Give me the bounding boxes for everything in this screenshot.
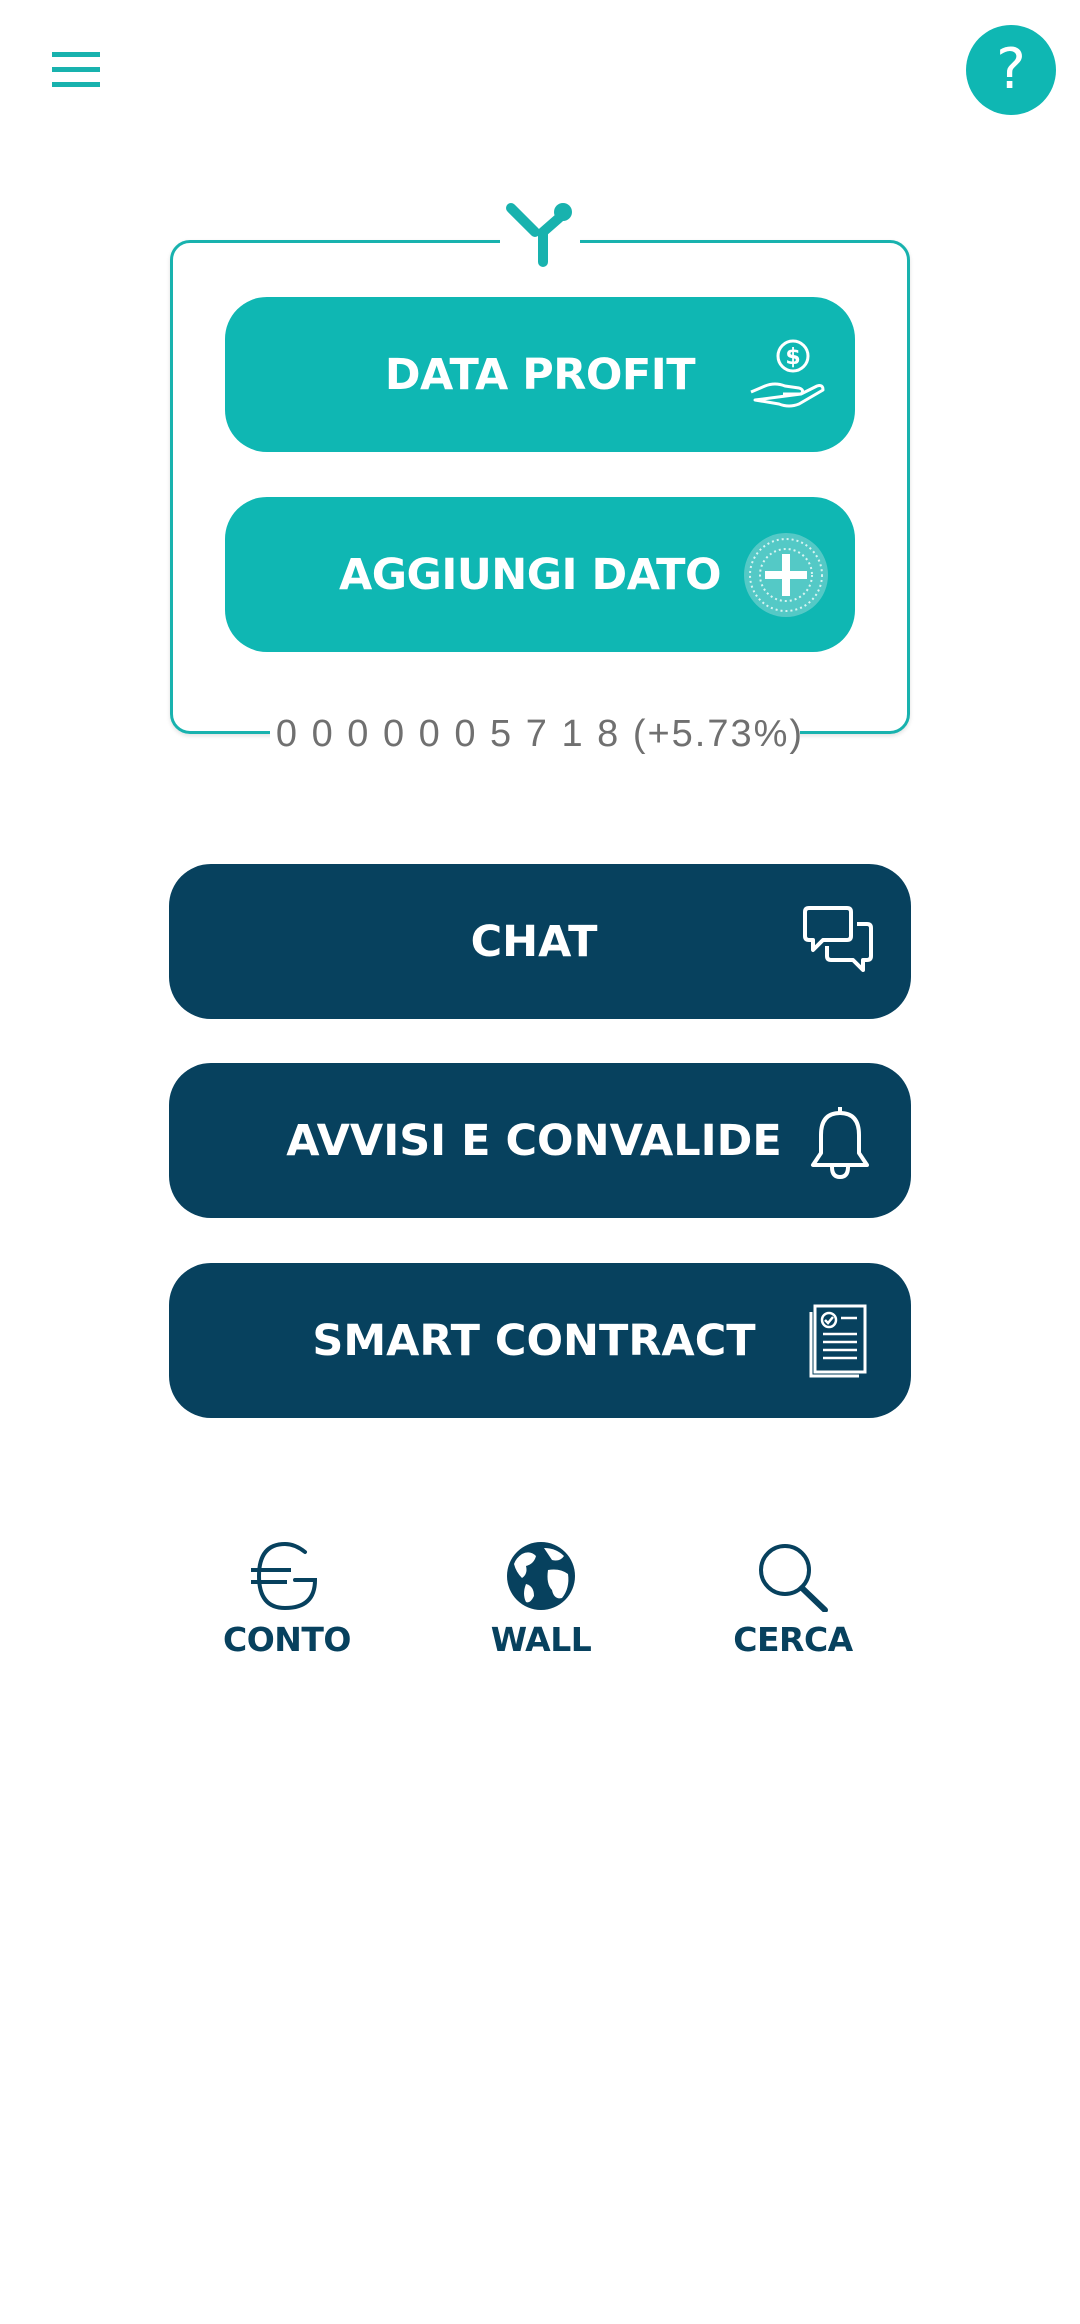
aggiungi-dato-button[interactable]: AGGIUNGI DATO	[225, 497, 855, 652]
nav-cerca[interactable]: CERCA	[703, 1540, 883, 1670]
avvisi-e-convalide-button[interactable]: AVVISI E CONVALIDE	[169, 1063, 911, 1218]
nav-wall[interactable]: WALL	[451, 1540, 631, 1670]
data-counter: 0 0 0 0 0 0 5 7 1 8 (+5.73%)	[275, 713, 805, 755]
chat-bubbles-icon	[803, 905, 873, 972]
nav-cerca-label: CERCA	[733, 1620, 853, 1659]
data-profit-button[interactable]: DATA PROFIT $	[225, 297, 855, 452]
bell-icon	[811, 1106, 869, 1179]
smart-contract-label: SMART CONTRACT	[312, 1315, 756, 1366]
hand-holding-coin-icon: $	[750, 339, 825, 407]
help-button[interactable]: ?	[966, 25, 1056, 115]
menu-button[interactable]	[46, 46, 106, 94]
chat-button[interactable]: CHAT	[169, 864, 911, 1019]
brand-y-logo-icon	[506, 203, 572, 267]
search-icon	[759, 1544, 828, 1612]
euro-icon	[251, 1541, 318, 1611]
globe-icon	[507, 1542, 575, 1610]
avvisi-e-convalide-label: AVVISI E CONVALIDE	[286, 1115, 782, 1166]
hamburger-menu-icon	[52, 52, 100, 87]
nav-wall-label: WALL	[490, 1620, 592, 1659]
chat-label: CHAT	[470, 916, 598, 967]
nav-conto[interactable]: CONTO	[197, 1540, 377, 1670]
nav-conto-label: CONTO	[223, 1620, 351, 1659]
question-mark-icon: ?	[996, 37, 1026, 102]
svg-text:$: $	[785, 345, 800, 370]
plus-globe-icon	[744, 532, 828, 617]
contract-document-icon	[809, 1304, 867, 1377]
smart-contract-button[interactable]: SMART CONTRACT	[169, 1263, 911, 1418]
